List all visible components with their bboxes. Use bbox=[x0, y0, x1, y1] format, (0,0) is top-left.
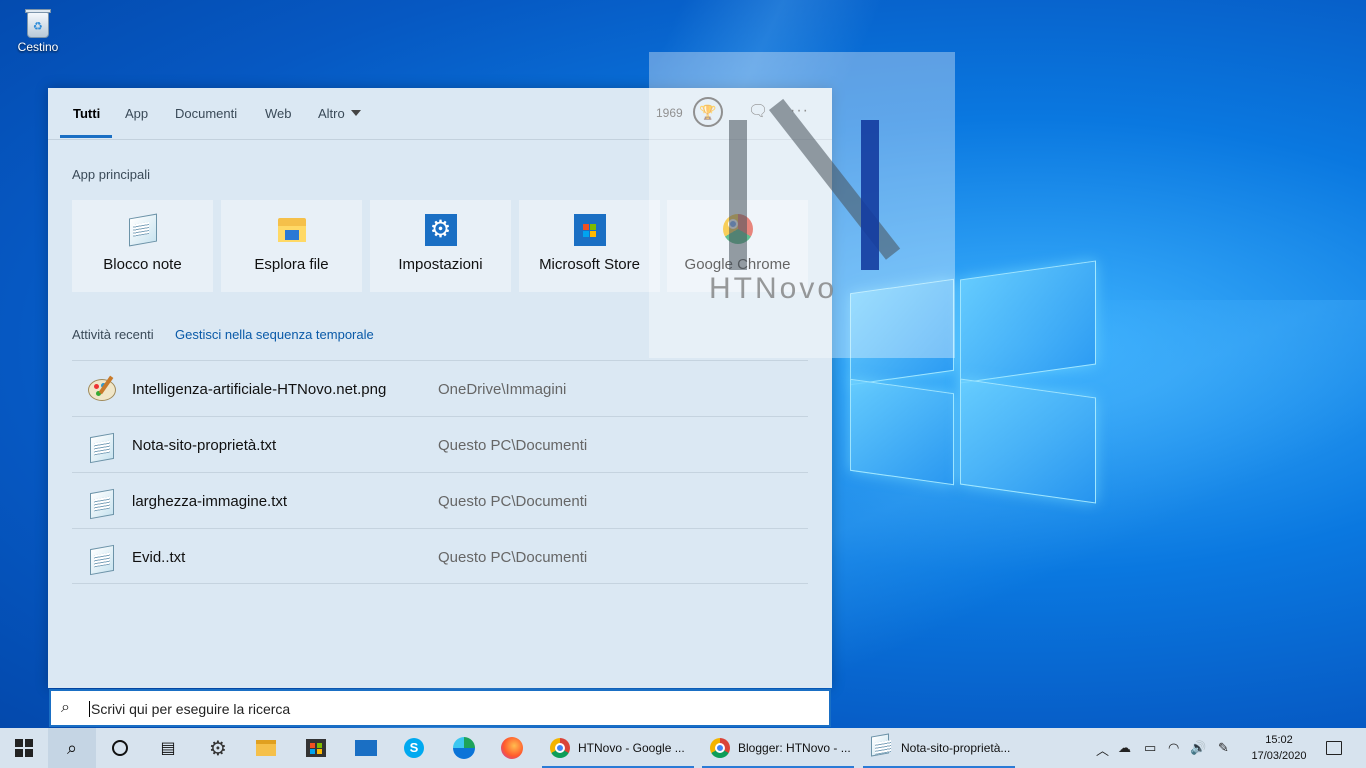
action-center-button[interactable] bbox=[1316, 728, 1352, 768]
recycle-bin-icon: ♻ bbox=[23, 6, 53, 38]
list-item[interactable]: Evid..txt Questo PC\Documenti bbox=[72, 528, 808, 584]
tab-web[interactable]: Web bbox=[265, 106, 292, 121]
recent-activity-list: Intelligenza-artificiale-HTNovo.net.png … bbox=[72, 360, 808, 584]
skype-icon: S bbox=[404, 738, 424, 758]
recycle-bin-label: Cestino bbox=[17, 40, 59, 54]
recent-file-name: Nota-sito-proprietà.txt bbox=[132, 437, 277, 454]
app-tile-label: Impostazioni bbox=[398, 256, 483, 273]
taskbar-app-label: Blogger: HTNovo - ... bbox=[738, 741, 851, 755]
top-apps-title: App principali bbox=[72, 167, 151, 182]
store-taskbar-button[interactable] bbox=[292, 728, 340, 768]
chrome-icon bbox=[550, 738, 570, 758]
notepad-icon bbox=[86, 543, 120, 576]
skype-taskbar-button[interactable]: S bbox=[390, 728, 438, 768]
wifi-icon[interactable]: ◠ bbox=[1168, 740, 1179, 756]
taskbar: ⌕ ▤ ⚙ S HTNovo - Google ... Blogger: HTN… bbox=[0, 728, 1366, 768]
edge-icon bbox=[453, 737, 475, 759]
recent-file-location: Questo PC\Documenti bbox=[438, 549, 588, 566]
recycle-bin-desktop-icon[interactable]: ♻ Cestino bbox=[12, 6, 64, 54]
settings-gear-icon: ⚙ bbox=[424, 214, 457, 246]
tab-documenti[interactable]: Documenti bbox=[175, 106, 237, 121]
search-input[interactable]: ⌕ Scrivi qui per eseguire la ricerca bbox=[49, 689, 831, 727]
app-tile-label: Blocco note bbox=[103, 256, 182, 273]
recent-file-location: OneDrive\Immagini bbox=[438, 381, 567, 398]
recent-activity-title: Attività recenti bbox=[72, 327, 154, 342]
notepad-icon bbox=[86, 431, 120, 464]
recent-file-name: Evid..txt bbox=[132, 549, 186, 566]
clock-time: 15:02 bbox=[1265, 734, 1293, 746]
mail-taskbar-button[interactable] bbox=[342, 728, 390, 768]
search-button[interactable]: ⌕ bbox=[48, 728, 96, 768]
app-tile-blocco-note[interactable]: Blocco note bbox=[72, 200, 213, 292]
file-explorer-taskbar-button[interactable] bbox=[242, 728, 290, 768]
edge-taskbar-button[interactable] bbox=[440, 728, 488, 768]
app-tile-label: Esplora file bbox=[254, 256, 329, 273]
chrome-icon bbox=[710, 738, 730, 758]
list-item[interactable]: larghezza-immagine.txt Questo PC\Documen… bbox=[72, 472, 808, 528]
pen-icon[interactable]: ✎ bbox=[1218, 740, 1229, 756]
settings-taskbar-button[interactable]: ⚙ bbox=[194, 728, 242, 768]
search-icon: ⌕ bbox=[66, 737, 78, 758]
store-bag-icon bbox=[306, 739, 326, 757]
watermark-logo bbox=[729, 98, 901, 270]
gear-icon: ⚙ bbox=[209, 737, 227, 760]
firefox-icon bbox=[501, 737, 523, 759]
notification-icon bbox=[1326, 741, 1342, 755]
tab-app[interactable]: App bbox=[125, 106, 148, 121]
task-view-button[interactable]: ▤ bbox=[144, 728, 192, 768]
notepad-icon bbox=[86, 487, 120, 520]
taskbar-app-label: HTNovo - Google ... bbox=[578, 741, 685, 755]
recent-file-location: Questo PC\Documenti bbox=[438, 437, 588, 454]
app-tile-impostazioni[interactable]: ⚙ Impostazioni bbox=[370, 200, 511, 292]
cortana-button[interactable] bbox=[96, 728, 144, 768]
folder-icon bbox=[256, 740, 276, 756]
task-view-icon: ▤ bbox=[160, 740, 176, 757]
taskbar-app-notepad[interactable]: Nota-sito-proprietà... bbox=[863, 728, 1015, 768]
volume-icon[interactable]: 🔊 bbox=[1190, 740, 1206, 756]
tab-altro[interactable]: Altro bbox=[318, 106, 361, 121]
manage-timeline-link[interactable]: Gestisci nella sequenza temporale bbox=[175, 327, 374, 342]
taskbar-app-chrome-blogger[interactable]: Blogger: HTNovo - ... bbox=[702, 728, 854, 768]
recent-file-location: Questo PC\Documenti bbox=[438, 493, 588, 510]
notepad-icon bbox=[127, 213, 159, 247]
search-placeholder: Scrivi qui per eseguire la ricerca bbox=[89, 701, 291, 717]
chevron-down-icon bbox=[350, 110, 361, 116]
show-hidden-icons-chevron-icon[interactable]: ︿ bbox=[1096, 740, 1109, 759]
recent-file-name: Intelligenza-artificiale-HTNovo.net.png bbox=[132, 381, 387, 398]
clock-date: 17/03/2020 bbox=[1251, 750, 1307, 762]
windows-start-icon bbox=[15, 739, 33, 757]
cortana-icon bbox=[112, 740, 128, 756]
onedrive-cloud-icon[interactable]: ☁ bbox=[1118, 740, 1131, 756]
app-tile-esplora-file[interactable]: Esplora file bbox=[221, 200, 362, 292]
notepad-icon bbox=[869, 733, 893, 761]
tab-altro-label: Altro bbox=[318, 106, 345, 121]
tab-tutti[interactable]: Tutti bbox=[73, 106, 100, 121]
battery-icon[interactable]: ▭ bbox=[1144, 740, 1156, 756]
list-item[interactable]: Nota-sito-proprietà.txt Questo PC\Docume… bbox=[72, 416, 808, 472]
active-tab-indicator bbox=[60, 135, 112, 138]
search-icon: ⌕ bbox=[61, 699, 70, 716]
paint-icon bbox=[86, 375, 120, 405]
list-item[interactable]: Intelligenza-artificiale-HTNovo.net.png … bbox=[72, 360, 808, 416]
file-explorer-icon bbox=[276, 214, 308, 246]
taskbar-app-label: Nota-sito-proprietà... bbox=[901, 741, 1011, 755]
taskbar-app-chrome-htnovo[interactable]: HTNovo - Google ... bbox=[542, 728, 694, 768]
htnovo-watermark: HTNovo bbox=[649, 52, 955, 358]
app-tile-label: Microsoft Store bbox=[539, 256, 640, 273]
watermark-text: HTNovo bbox=[709, 272, 838, 305]
start-button[interactable] bbox=[0, 728, 48, 768]
firefox-taskbar-button[interactable] bbox=[488, 728, 536, 768]
clock[interactable]: 15:02 17/03/2020 bbox=[1248, 732, 1310, 764]
store-icon bbox=[573, 214, 606, 246]
app-tile-microsoft-store[interactable]: Microsoft Store bbox=[519, 200, 660, 292]
mail-icon bbox=[355, 740, 377, 756]
recent-file-name: larghezza-immagine.txt bbox=[132, 493, 288, 510]
